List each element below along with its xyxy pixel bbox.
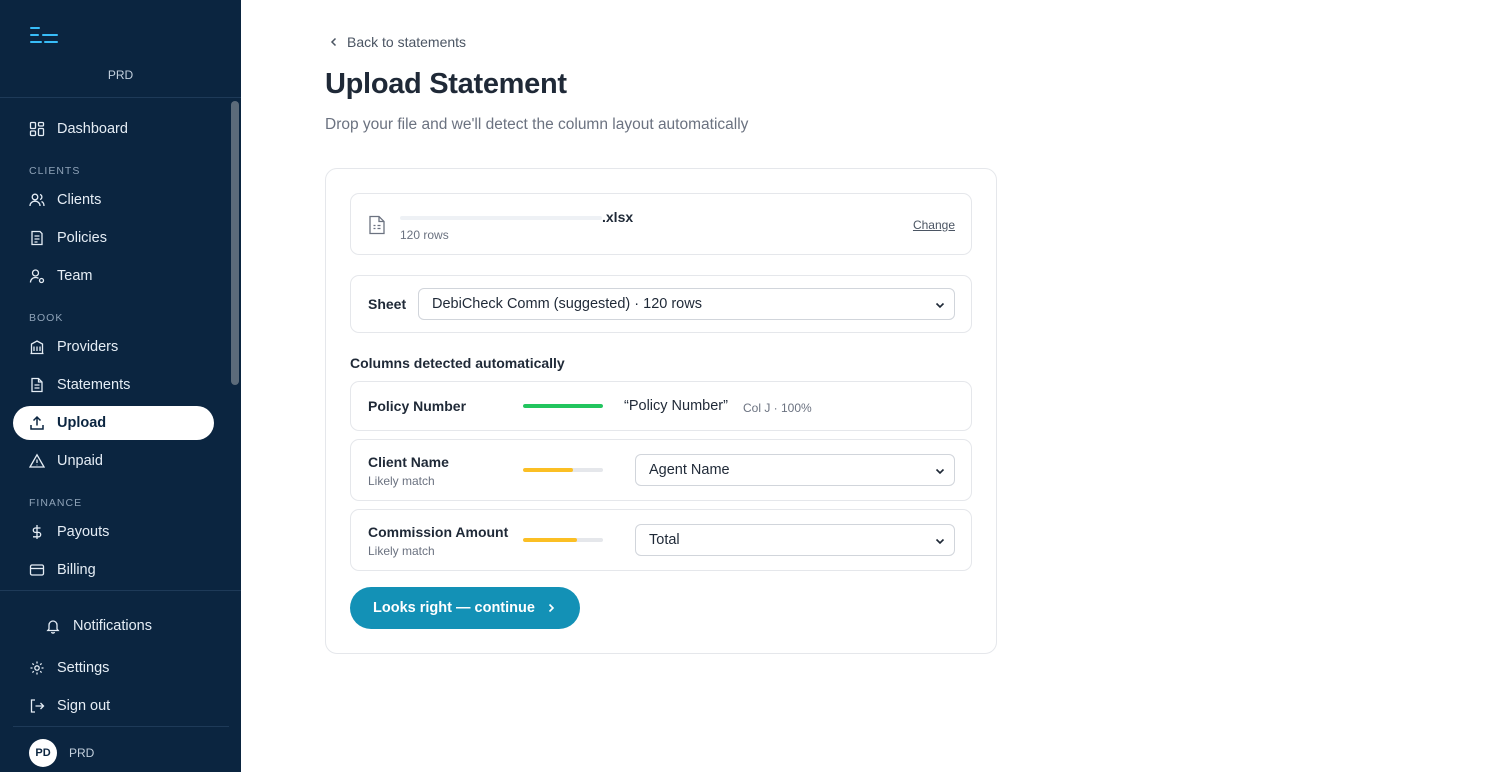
matched-column-name: “Policy Number”	[624, 398, 728, 414]
sidebar-item-payouts[interactable]: Payouts	[13, 515, 214, 549]
confidence-bar	[523, 468, 603, 472]
sidebar-item-label: Billing	[57, 562, 96, 578]
app: PRD Dashboard CLIENTS Clients Policies T…	[0, 0, 1505, 772]
commission-amount-select-value: Total	[649, 532, 680, 548]
chevron-left-icon	[330, 37, 337, 47]
sidebar-item-upload[interactable]: Upload	[13, 406, 214, 440]
chevron-down-icon	[934, 465, 946, 477]
file-summary: .xlsx 120 rows Change	[350, 193, 972, 255]
sidebar-item-providers[interactable]: Providers	[13, 330, 214, 364]
user-name: PRD	[69, 746, 95, 760]
notifications-button[interactable]: Notifications	[13, 609, 214, 643]
sidebar-item-label: Clients	[57, 192, 102, 208]
spreadsheet-file-icon	[369, 215, 385, 235]
file-row-count: 120 rows	[400, 228, 449, 242]
avatar[interactable]: PD	[29, 739, 57, 767]
sidebar-item-label: Dashboard	[57, 121, 128, 137]
sign-out-icon	[29, 698, 45, 714]
page-subtitle: Drop your file and we'll detect the colu…	[325, 116, 749, 133]
client-name-column-select[interactable]: Agent Name	[635, 454, 955, 486]
file-name-redacted	[400, 216, 602, 220]
confidence-bar-fill	[523, 404, 603, 408]
settings-button[interactable]: Settings	[13, 651, 214, 685]
sidebar-item-label: Providers	[57, 339, 119, 355]
chevron-right-icon	[548, 603, 555, 613]
sidebar-item-statements[interactable]: Statements	[13, 368, 214, 402]
chevron-down-icon	[934, 535, 946, 547]
sign-out-button[interactable]: Sign out	[13, 689, 214, 723]
back-to-statements-link[interactable]: Back to statements	[328, 34, 466, 50]
sidebar-item-label: Upload	[57, 415, 107, 431]
sidebar-item-label: Unpaid	[57, 453, 103, 469]
bell-icon	[45, 618, 61, 634]
matched-column-meta: Col J · 100%	[743, 401, 812, 415]
sidebar-item-label: Policies	[57, 230, 107, 246]
section-book: BOOK	[29, 312, 64, 324]
page-title: Upload Statement	[325, 68, 567, 100]
dollar-icon	[29, 524, 45, 540]
chevron-down-icon	[934, 299, 946, 311]
confidence-bar	[523, 538, 603, 542]
brand: PRD	[0, 0, 241, 98]
settings-label: Settings	[57, 660, 110, 676]
users-icon	[29, 192, 45, 208]
sheet-select-value: DebiCheck Comm (suggested) · 120 rows	[432, 296, 702, 312]
sheet-select[interactable]: DebiCheck Comm (suggested) · 120 rows	[418, 288, 955, 320]
confidence-bar-fill	[523, 468, 573, 472]
file-name: .xlsx	[602, 209, 634, 225]
sidebar-item-clients[interactable]: Clients	[13, 183, 214, 217]
sidebar-scrollbar[interactable]	[229, 99, 241, 590]
building-icon	[29, 339, 45, 355]
sidebar-item-unpaid[interactable]: Unpaid	[13, 444, 214, 478]
column-mapping-policy-number: Policy Number “Policy Number” Col J · 10…	[350, 381, 972, 431]
section-finance: FINANCE	[29, 497, 83, 509]
sidebar-item-label: Team	[57, 268, 93, 284]
column-mapping-client-name: Client Name Likely match Agent Name	[350, 439, 972, 501]
sidebar-item-policies[interactable]: Policies	[13, 221, 214, 255]
column-match-hint: Likely match	[368, 474, 435, 488]
sidebar: PRD Dashboard CLIENTS Clients Policies T…	[0, 0, 241, 772]
back-link-label: Back to statements	[347, 34, 467, 50]
sidebar-nav: Dashboard CLIENTS Clients Policies Team	[0, 99, 228, 590]
sidebar-item-dashboard[interactable]: Dashboard	[13, 112, 214, 146]
team-icon	[29, 268, 45, 284]
sidebar-bottom: Notifications Settings Sign out PD PRD	[0, 590, 241, 772]
brand-name: PRD	[107, 68, 134, 82]
column-match-hint: Likely match	[368, 544, 435, 558]
gear-icon	[29, 660, 45, 676]
client-name-select-value: Agent Name	[649, 462, 730, 478]
sidebar-item-billing[interactable]: Billing	[13, 553, 214, 587]
upload-card: .xlsx 120 rows Change Sheet DebiCheck Co…	[325, 168, 997, 654]
continue-button[interactable]: Looks right — continue	[350, 587, 580, 629]
commission-amount-column-select[interactable]: Total	[635, 524, 955, 556]
section-clients: CLIENTS	[29, 165, 81, 177]
credit-card-icon	[29, 562, 45, 578]
notifications-label: Notifications	[73, 618, 152, 634]
column-label: Client Name	[368, 454, 449, 470]
continue-button-label: Looks right — continue	[373, 600, 535, 616]
column-label: Policy Number	[368, 398, 467, 414]
column-mapping-commission-amount: Commission Amount Likely match Total	[350, 509, 972, 571]
sheet-selector-row: Sheet DebiCheck Comm (suggested) · 120 r…	[350, 275, 972, 333]
scrollbar-thumb[interactable]	[231, 101, 239, 385]
brand-logo-icon[interactable]	[30, 27, 58, 47]
sidebar-item-label: Payouts	[57, 524, 110, 540]
sidebar-item-team[interactable]: Team	[13, 259, 214, 293]
warning-icon	[29, 453, 45, 469]
upload-icon	[29, 415, 45, 431]
dashboard-icon	[29, 121, 45, 137]
document-icon	[29, 377, 45, 393]
confidence-bar-fill	[523, 538, 578, 542]
columns-section-title: Columns detected automatically	[350, 355, 565, 371]
change-file-link[interactable]: Change	[913, 218, 955, 232]
divider	[13, 726, 229, 727]
sheet-label: Sheet	[368, 296, 407, 312]
sidebar-item-label: Statements	[57, 377, 131, 393]
policies-icon	[29, 230, 45, 246]
column-label: Commission Amount	[368, 524, 509, 540]
sign-out-label: Sign out	[57, 698, 111, 714]
confidence-bar	[523, 404, 603, 408]
